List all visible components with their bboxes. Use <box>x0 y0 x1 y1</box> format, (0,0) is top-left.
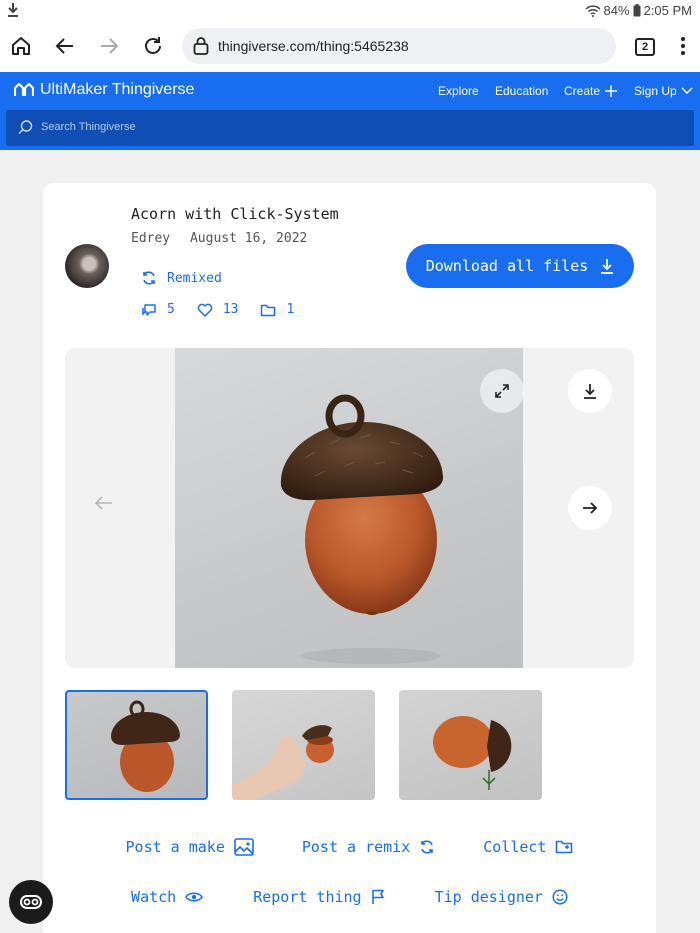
browser-toolbar: thingiverse.com/thing:5465238 2 <box>0 22 700 72</box>
home-icon[interactable] <box>8 33 34 59</box>
site-brand: UltiMaker Thingiverse <box>40 81 195 98</box>
ultimaker-logo-icon <box>14 83 34 96</box>
heart-icon <box>197 303 213 317</box>
smiley-icon <box>552 889 568 905</box>
expand-icon <box>495 384 509 398</box>
chat-bubble-icon <box>20 895 42 909</box>
likes-stat[interactable]: 13 <box>197 302 238 317</box>
download-all-files-button[interactable]: Download all files <box>406 244 634 288</box>
publish-date: August 16, 2022 <box>189 231 308 246</box>
status-bar: 84% 2:05 PM <box>0 0 700 22</box>
thumbnail-2[interactable] <box>232 690 375 800</box>
search-icon <box>18 120 33 134</box>
nav-explore[interactable]: Explore <box>438 84 479 98</box>
battery-percent: 84% <box>603 3 630 18</box>
site-header: UltiMaker Thingiverse Explore Education … <box>0 72 700 110</box>
avatar[interactable] <box>65 244 109 288</box>
remix-icon <box>421 840 434 854</box>
download-icon <box>601 259 614 274</box>
forward-arrow-icon[interactable] <box>96 33 122 59</box>
search-input[interactable]: Search Thingiverse <box>6 110 694 146</box>
image-icon <box>234 838 254 856</box>
clock: 2:05 PM <box>643 3 692 18</box>
battery-icon <box>633 4 641 17</box>
search-bar: Search Thingiverse <box>0 110 700 150</box>
acorn-illustration <box>280 394 444 664</box>
next-arrow-icon <box>583 502 598 514</box>
nav-sign-up[interactable]: Sign Up <box>634 84 693 98</box>
acorn-side-thumbnail <box>433 716 512 790</box>
main-thing-image[interactable] <box>175 348 523 668</box>
post-a-make-button[interactable]: Post a make <box>126 838 254 856</box>
previous-image-arrow-icon[interactable] <box>95 496 113 510</box>
post-a-remix-button[interactable]: Post a remix <box>302 838 435 856</box>
next-image-button[interactable] <box>568 486 612 530</box>
comments-stat[interactable]: 5 <box>141 302 175 317</box>
author-link[interactable]: Edrey <box>131 231 170 246</box>
tab-switcher-button[interactable]: 2 <box>635 38 655 56</box>
lock-icon <box>193 37 209 55</box>
wifi-icon <box>585 4 601 17</box>
folder-plus-icon <box>556 840 573 854</box>
floating-action-button[interactable] <box>9 880 53 924</box>
nav-education[interactable]: Education <box>495 84 548 98</box>
folder-icon <box>261 304 276 316</box>
plus-icon <box>605 85 618 97</box>
url-text: thingiverse.com/thing:5465238 <box>218 38 409 54</box>
image-viewer <box>65 348 634 668</box>
thing-title: Acorn with Click-System <box>131 205 339 223</box>
watch-button[interactable]: Watch <box>131 888 204 906</box>
fullscreen-button[interactable] <box>480 369 524 413</box>
remixed-link[interactable]: Remixed <box>141 270 222 286</box>
thing-meta: Edrey August 16, 2022 <box>131 231 307 246</box>
download-notification-icon <box>8 3 18 17</box>
flag-icon <box>371 889 384 904</box>
collections-stat[interactable]: 1 <box>260 302 294 317</box>
thing-stats: 5 13 1 <box>141 302 294 317</box>
actions-row-1: Post a make Post a remix Collect <box>43 838 656 856</box>
download-image-button[interactable] <box>568 369 612 413</box>
report-thing-button[interactable]: Report thing <box>253 888 384 906</box>
thumbnail-1[interactable] <box>65 690 208 800</box>
acorn-thumbnail <box>111 700 180 792</box>
reload-icon[interactable] <box>140 33 166 59</box>
back-arrow-icon[interactable] <box>52 33 78 59</box>
collect-button[interactable]: Collect <box>483 838 573 856</box>
download-icon <box>584 384 596 399</box>
eye-icon <box>185 892 204 902</box>
thing-card: Acorn with Click-System Edrey August 16,… <box>43 183 656 933</box>
tip-designer-button[interactable]: Tip designer <box>435 888 568 906</box>
actions-row-2: Watch Report thing Tip designer <box>43 888 656 906</box>
thumbnail-strip <box>65 690 542 800</box>
thumbnail-3[interactable] <box>399 690 542 800</box>
hand-holding-acorn-thumbnail <box>232 725 334 800</box>
site-logo[interactable]: UltiMaker Thingiverse <box>14 81 194 99</box>
remix-icon <box>143 271 155 285</box>
nav-create[interactable]: Create <box>564 84 618 98</box>
comments-icon <box>142 303 156 316</box>
more-options-icon[interactable] <box>670 33 696 59</box>
chevron-down-icon <box>681 87 693 94</box>
search-placeholder: Search Thingiverse <box>41 121 136 133</box>
address-bar[interactable]: thingiverse.com/thing:5465238 <box>182 28 616 64</box>
